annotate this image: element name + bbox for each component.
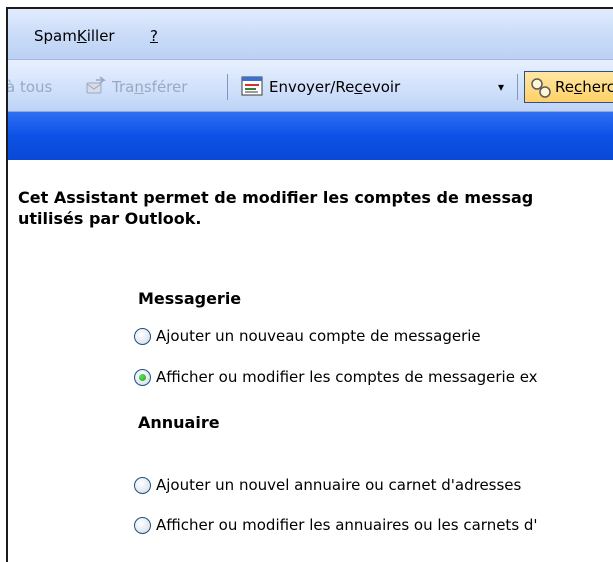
window-frame: SpamKiller ? à tous Transférer Envoyer/R… (0, 0, 613, 562)
window-border (6, 7, 613, 562)
top-edge (0, 0, 613, 7)
